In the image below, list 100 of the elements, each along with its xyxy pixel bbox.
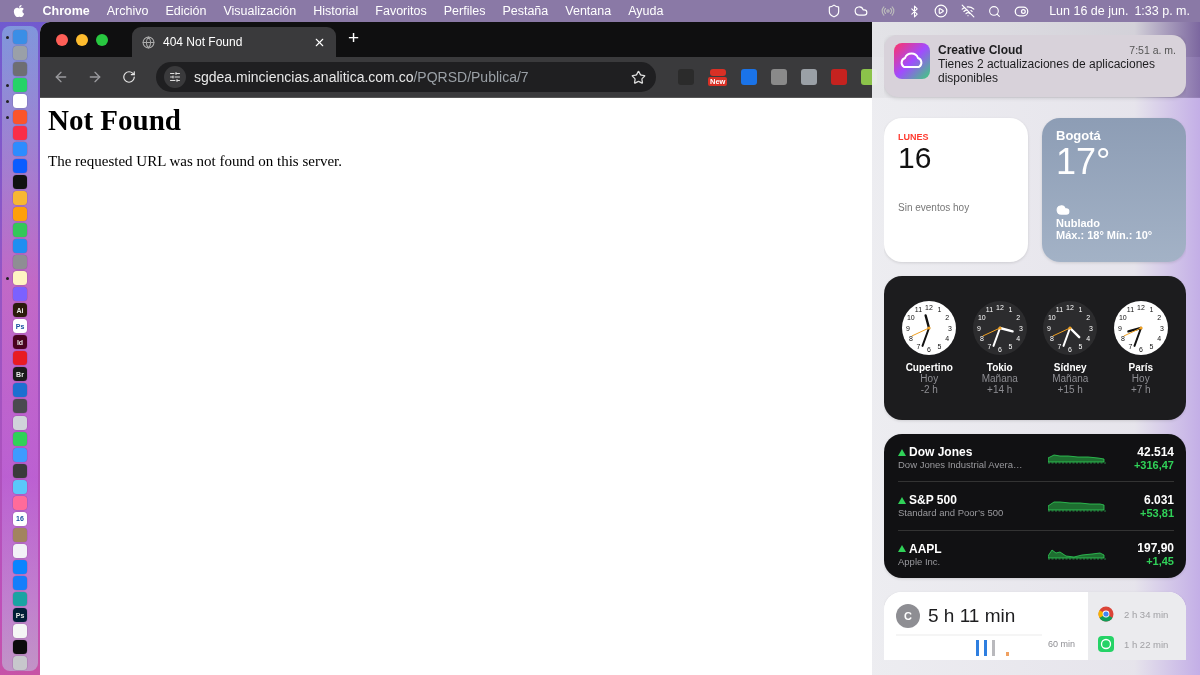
new-tab-button[interactable]: + bbox=[348, 26, 360, 49]
error-message: The requested URL was not found on this server. bbox=[48, 153, 342, 170]
calendar-events: Sin eventos hoy bbox=[898, 202, 971, 213]
menu-item[interactable]: Historial bbox=[304, 4, 367, 18]
second-hand bbox=[982, 327, 1001, 337]
hour-hand bbox=[924, 314, 931, 330]
extension-icon[interactable] bbox=[709, 68, 726, 76]
play-icon[interactable] bbox=[934, 4, 949, 18]
up-triangle-icon bbox=[898, 448, 906, 456]
globe-icon bbox=[142, 35, 155, 49]
menu-item[interactable]: Ventana bbox=[556, 4, 620, 18]
clock-city: Sídney bbox=[1053, 362, 1087, 373]
bookmark-star-icon[interactable] bbox=[631, 69, 646, 85]
clock-offset: -2 h bbox=[920, 384, 938, 395]
menu-item[interactable]: Ayuda bbox=[619, 4, 672, 18]
stock-name: Standard and Poor’s 500 bbox=[898, 507, 1005, 519]
menu-bar-date[interactable]: Lun 16 de jun. bbox=[1049, 4, 1129, 18]
menu-item[interactable]: Visualización bbox=[214, 4, 305, 18]
stock-price: 197,90 bbox=[1137, 541, 1174, 556]
calendar-day: 16 bbox=[898, 142, 1014, 174]
minute-hand bbox=[1062, 327, 1072, 347]
user-avatar: C bbox=[896, 604, 920, 628]
notification-app: Creative Cloud bbox=[938, 43, 1023, 57]
menu-item[interactable]: Edición bbox=[156, 4, 215, 18]
minute-hand bbox=[921, 327, 931, 347]
stock-symbol: Dow Jones bbox=[909, 445, 973, 460]
apple-logo-icon[interactable] bbox=[12, 4, 26, 18]
stock-name: Apple Inc. bbox=[898, 555, 942, 567]
dock-app-icon[interactable] bbox=[13, 270, 27, 285]
stock-price: 6.031 bbox=[1143, 493, 1174, 507]
weather-condition: Nublado bbox=[1056, 217, 1101, 229]
dock-app-icon[interactable] bbox=[13, 463, 27, 478]
reload-icon bbox=[122, 70, 136, 84]
stock-symbol: AAPL bbox=[909, 541, 942, 556]
cloud-icon bbox=[1056, 203, 1070, 217]
dock-app-icon[interactable] bbox=[13, 640, 27, 655]
notification-time: 7:51 a. m. bbox=[1129, 43, 1176, 57]
tab-title: 404 Not Found bbox=[163, 35, 244, 49]
search-icon[interactable] bbox=[988, 4, 1002, 18]
stock-change: +53,81 bbox=[1140, 507, 1174, 519]
notification-body: Tienes 2 actualizaciones de aplicaciones disponibles bbox=[938, 57, 1157, 85]
menu-item[interactable]: Perfiles bbox=[435, 4, 494, 18]
menu-bar-time[interactable]: 1:33 p. m. bbox=[1134, 4, 1190, 18]
zoom-window-button[interactable] bbox=[96, 33, 108, 46]
wifi-off-icon[interactable] bbox=[961, 4, 976, 18]
extension-icon[interactable] bbox=[831, 69, 848, 85]
clock-city: Cupertino bbox=[905, 362, 953, 373]
extension-icon[interactable] bbox=[801, 69, 818, 85]
sliders-icon bbox=[169, 71, 181, 83]
creative-cloud-icon bbox=[894, 43, 930, 79]
stock-change: +1,45 bbox=[1146, 555, 1174, 568]
second-hand bbox=[1123, 327, 1142, 337]
clock-city: Tokio bbox=[986, 362, 1013, 373]
calendar-widget[interactable]: LUNES 16 Sin eventos hoy bbox=[884, 118, 1028, 262]
clock-offset: +15 h bbox=[1057, 384, 1083, 395]
up-triangle-icon bbox=[898, 545, 906, 553]
close-window-button[interactable] bbox=[56, 33, 68, 46]
clock-day: Mañana bbox=[981, 373, 1018, 384]
address-bar[interactable]: sgdea.minciencias.analitica.com.co/PQRSD/Publica/7 bbox=[156, 62, 656, 92]
url-text: sgdea.minciencias.analitica.com.co/PQRSD/Publica/7 bbox=[194, 69, 530, 85]
app-menu[interactable]: Chrome bbox=[34, 4, 99, 18]
up-triangle-icon bbox=[898, 497, 906, 504]
stock-price: 42.514 bbox=[1137, 444, 1174, 459]
clock-day: Mañana bbox=[1052, 373, 1089, 384]
calendar-weekday: LUNES bbox=[898, 132, 930, 142]
extension-icon[interactable] bbox=[771, 69, 788, 85]
dock-app-icon[interactable] bbox=[13, 94, 27, 109]
clock-day: Hoy bbox=[1131, 373, 1150, 384]
extension-icon[interactable] bbox=[741, 69, 758, 85]
stock-sparkline bbox=[1048, 498, 1106, 514]
shield-icon[interactable] bbox=[827, 4, 842, 18]
site-info-button[interactable] bbox=[164, 66, 186, 88]
minute-hand bbox=[992, 327, 1001, 347]
browser-tab[interactable]: 404 Not Found bbox=[132, 27, 336, 57]
second-hand bbox=[911, 327, 930, 337]
notification-banner[interactable]: Creative Cloud 7:51 a. m. Tienes 2 actualizaciones de aplicaciones disponibles bbox=[884, 35, 1186, 97]
menu-item[interactable]: Pestaña bbox=[493, 4, 557, 18]
clock-day: Hoy bbox=[920, 373, 939, 384]
menu-item[interactable]: Archivo bbox=[98, 4, 157, 18]
minimize-window-button[interactable] bbox=[76, 33, 88, 46]
screen-time-total: 5 h 11 min bbox=[928, 605, 1016, 627]
minute-hand bbox=[1133, 327, 1142, 347]
stock-symbol: S&P 500 bbox=[909, 493, 957, 508]
clock-offset: +7 h bbox=[1130, 384, 1151, 395]
stocks-widget[interactable]: Dow Jones Dow Jones Industrial Avera… 42.514 +316,47 S&P 500 Standard and Poor’s 500 6.031 +53,81 AAPL Apple Inc. 197,90 +1,45 bbox=[884, 434, 1186, 578]
weather-city: Bogotá bbox=[1056, 128, 1102, 143]
cloud-icon[interactable] bbox=[854, 4, 869, 18]
weather-range: Máx.: 18° Mín.: 10° bbox=[1056, 229, 1154, 241]
hour-hand bbox=[998, 326, 1014, 333]
broadcast-icon[interactable] bbox=[881, 4, 896, 18]
clock-city: París bbox=[1128, 362, 1153, 373]
control-center-icon[interactable] bbox=[1014, 3, 1030, 19]
stock-change: +316,47 bbox=[1133, 458, 1174, 471]
menu-item[interactable]: Favoritos bbox=[366, 4, 436, 18]
stock-name: Dow Jones Industrial Avera… bbox=[898, 459, 1024, 471]
clock-offset: +14 h bbox=[987, 384, 1013, 395]
dock-app-icon[interactable] bbox=[13, 174, 27, 189]
weather-temperature: 17° bbox=[1056, 143, 1112, 181]
second-hand bbox=[1052, 327, 1071, 337]
chrome-icon bbox=[1098, 606, 1114, 622]
